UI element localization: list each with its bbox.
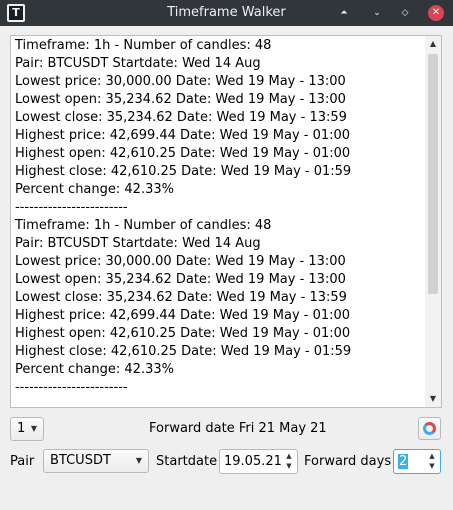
forward-days-input: 2 <box>398 450 409 473</box>
output-line: Timeframe: 1h - Number of candles: 48 <box>15 218 272 233</box>
output-lines: Timeframe: 1h - Number of candles: 48 Pai… <box>15 37 425 397</box>
output-line: Lowest close: 35,234.62 Date: Wed 19 May… <box>15 290 347 305</box>
chevron-down-icon: ▼ <box>30 424 37 433</box>
output-line: Pair: BTCUSDT Startdate: Wed 14 Aug <box>15 56 261 71</box>
refresh-button[interactable] <box>418 417 441 440</box>
scroll-up-arrow-icon[interactable]: ▲ <box>425 36 441 52</box>
forward-days-label: Forward days <box>304 454 392 469</box>
output-line: Lowest open: 35,234.62 Date: Wed 19 May … <box>15 272 346 287</box>
vertical-scrollbar[interactable]: ▲ ▼ <box>425 36 441 407</box>
output-line: Lowest price: 30,000.00 Date: Wed 19 May… <box>15 254 346 269</box>
output-line: Highest price: 42,699.44 Date: Wed 19 Ma… <box>15 128 351 143</box>
output-line: Lowest price: 30,000.00 Date: Wed 19 May… <box>15 74 346 89</box>
pair-select[interactable]: BTCUSDT ▼ <box>43 449 149 473</box>
output-text-area[interactable]: Timeframe: 1h - Number of candles: 48 Pai… <box>10 35 442 408</box>
pair-label: Pair <box>10 454 35 469</box>
forward-days-stepper[interactable]: ▲ ▼ <box>426 451 438 472</box>
title-bar[interactable]: T Timeframe Walker ⏶ ⌄ ◇ ✕ <box>0 0 453 26</box>
stepper-down-icon[interactable]: ▼ <box>426 461 438 471</box>
output-line: Highest open: 42,610.25 Date: Wed 19 May… <box>15 146 351 161</box>
minimize-button[interactable]: ⌄ <box>369 5 385 21</box>
startdate-field[interactable]: 19.05.21 ▲ ▼ <box>219 449 298 474</box>
forward-days-value: 2 <box>398 454 409 469</box>
stepper-up-icon[interactable]: ▲ <box>426 451 438 461</box>
output-line: ------------------------ <box>15 380 128 395</box>
forward-days-field[interactable]: 2 ▲ ▼ <box>393 449 441 474</box>
output-line: ------------------------ <box>15 200 128 215</box>
pair-select-value: BTCUSDT <box>50 453 111 468</box>
scrollbar-thumb[interactable] <box>428 54 438 294</box>
output-line: Percent change: 42.33% <box>15 362 174 377</box>
scroll-down-arrow-icon[interactable]: ▼ <box>425 391 441 407</box>
output-line: Highest price: 42,699.44 Date: Wed 19 Ma… <box>15 308 351 323</box>
count-select[interactable]: 1 ▼ <box>10 417 44 441</box>
startdate-value: 19.05.21 <box>224 454 282 469</box>
output-line: Timeframe: 1h - Number of candles: 48 <box>15 38 272 53</box>
refresh-icon <box>423 422 436 435</box>
forward-date-label: Forward date Fri 21 May 21 <box>149 421 327 436</box>
output-line: Percent change: 42.33% <box>15 182 174 197</box>
startdate-label: Startdate <box>156 454 218 469</box>
count-select-value: 1 <box>17 421 26 436</box>
output-line: Lowest close: 35,234.62 Date: Wed 19 May… <box>15 110 347 125</box>
startdate-stepper[interactable]: ▲ ▼ <box>283 451 295 472</box>
shade-button[interactable]: ⏶ <box>336 5 352 21</box>
stepper-up-icon[interactable]: ▲ <box>283 451 295 461</box>
output-line: Pair: BTCUSDT Startdate: Wed 14 Aug <box>15 236 261 251</box>
maximize-button[interactable]: ◇ <box>397 5 413 21</box>
output-line: Lowest open: 35,234.62 Date: Wed 19 May … <box>15 92 346 107</box>
chevron-down-icon: ▼ <box>135 456 142 465</box>
stepper-down-icon[interactable]: ▼ <box>283 461 295 471</box>
output-line: Highest close: 42,610.25 Date: Wed 19 Ma… <box>15 344 352 359</box>
window-title: Timeframe Walker <box>167 5 286 20</box>
output-line: Highest open: 42,610.25 Date: Wed 19 May… <box>15 326 351 341</box>
close-button[interactable]: ✕ <box>428 5 444 21</box>
output-line: Highest close: 42,610.25 Date: Wed 19 Ma… <box>15 164 352 179</box>
